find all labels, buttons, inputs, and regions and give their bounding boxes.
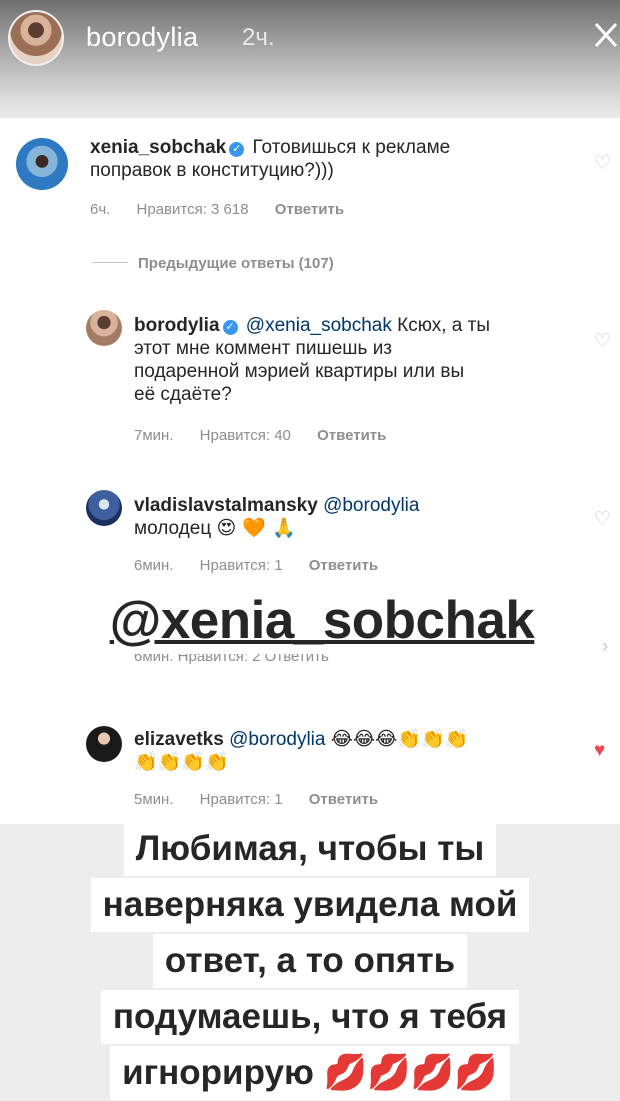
caption-line: подумаешь, что я тебя bbox=[100, 990, 520, 1044]
reply-button[interactable]: Ответить bbox=[317, 427, 386, 444]
comments-screenshot bbox=[0, 118, 620, 824]
caption-line-text: игнорирую bbox=[122, 1053, 314, 1092]
comment-text: vladislavstalmansky @borodylia молодец 😍… bbox=[134, 494, 584, 540]
comment-body-line: молодец bbox=[134, 518, 212, 539]
mention-sticker-text[interactable]: @xenia_sobchak bbox=[110, 591, 535, 650]
story-author-username[interactable]: borodylia bbox=[86, 22, 198, 53]
comment-meta-partial: 6мин. Нравится: 2 Ответить bbox=[134, 652, 329, 665]
verified-badge-icon: ✓ bbox=[229, 142, 245, 157]
comment-likes[interactable]: Нравится: 1 bbox=[200, 791, 283, 808]
comment-username[interactable]: xenia_sobchak bbox=[90, 137, 226, 158]
avatar[interactable] bbox=[86, 726, 122, 762]
mention-link[interactable]: @borodylia bbox=[323, 495, 419, 516]
avatar[interactable] bbox=[86, 310, 122, 346]
story-view: borodylia 2ч. xenia_sobchak ✓ Готовишься … bbox=[0, 0, 620, 1101]
heart-icon[interactable]: › bbox=[602, 636, 608, 658]
mention-sticker[interactable]: @xenia_sobchak bbox=[58, 588, 586, 654]
comment-body-line: Ксюх, а ты bbox=[397, 315, 490, 336]
caption-line: ответ, а то опять bbox=[152, 934, 468, 988]
comment-meta: 7мин. Нравится: 40 Ответить bbox=[134, 427, 408, 444]
kiss-emoji-group: 💋💋💋💋 bbox=[323, 1053, 498, 1093]
heart-icon[interactable]: ♡ bbox=[594, 508, 611, 531]
comment-text: borodylia ✓ @xenia_sobchak Ксюх, а ты это… bbox=[134, 314, 584, 406]
comment-body-line: этот мне коммент пишешь из bbox=[134, 338, 393, 359]
caption-line: Любимая, чтобы ты bbox=[123, 822, 497, 876]
comment-username[interactable]: vladislavstalmansky bbox=[134, 495, 318, 516]
close-icon[interactable] bbox=[590, 14, 620, 58]
reply-button[interactable]: Ответить bbox=[309, 791, 378, 808]
comment-body-line: её сдаёте? bbox=[134, 384, 232, 405]
emoji-group: 😂😂😂👏👏👏 bbox=[330, 728, 469, 750]
comment-username[interactable]: elizavetks bbox=[134, 729, 224, 750]
comment-likes[interactable]: Нравится: 1 bbox=[200, 557, 283, 574]
comment-likes[interactable]: Нравится: 40 bbox=[200, 427, 291, 444]
reply-button[interactable]: Ответить bbox=[309, 557, 378, 574]
comment-time: 6ч. bbox=[90, 201, 111, 218]
comment-time: 7мин. bbox=[134, 427, 174, 444]
story-author-avatar[interactable] bbox=[8, 10, 64, 66]
story-caption: Любимая, чтобы ты наверняка увидела мой … bbox=[20, 822, 600, 1101]
comment-time: 6мин. bbox=[134, 557, 174, 574]
story-timestamp: 2ч. bbox=[242, 24, 275, 51]
avatar[interactable] bbox=[86, 490, 122, 526]
heart-icon-liked[interactable]: ♥ bbox=[594, 740, 605, 762]
comment-meta: 5мин. Нравится: 1 Ответить bbox=[134, 791, 400, 808]
comment-time: 5мин. bbox=[134, 791, 174, 808]
reply-button[interactable]: Ответить bbox=[275, 201, 344, 218]
verified-badge-icon: ✓ bbox=[222, 320, 238, 335]
divider-line bbox=[92, 262, 128, 263]
emoji-group: 😍 🧡 🙏 bbox=[216, 517, 296, 539]
mention-link[interactable]: @borodylia bbox=[229, 729, 325, 750]
comment-likes[interactable]: Нравится: 3 618 bbox=[137, 201, 249, 218]
comment-text: elizavetks @borodylia 😂😂😂👏👏👏 👏👏👏👏 bbox=[134, 728, 584, 774]
avatar[interactable] bbox=[16, 138, 68, 190]
emoji-group: 👏👏👏👏 bbox=[134, 751, 229, 773]
comment-meta: 6мин. Нравится: 1 Ответить bbox=[134, 557, 400, 574]
close-icon-glyph bbox=[594, 22, 618, 48]
comment-meta: 6ч. Нравится: 3 618 Ответить bbox=[90, 201, 366, 218]
mention-link[interactable]: @xenia_sobchak bbox=[246, 315, 392, 336]
previous-replies-label: Предыдущие ответы (107) bbox=[138, 255, 334, 272]
comment-text: xenia_sobchak ✓ Готовишься к рекламе попр… bbox=[90, 136, 530, 182]
comment-body-line: Готовишься к рекламе bbox=[252, 137, 451, 158]
comment-body-line: подаренной мэрией квартиры или вы bbox=[134, 361, 465, 382]
heart-icon[interactable]: ♡ bbox=[594, 152, 611, 175]
comment-body-line: поправок в конституцию?))) bbox=[90, 160, 334, 181]
comment-username[interactable]: borodylia bbox=[134, 315, 220, 336]
heart-icon[interactable]: ♡ bbox=[594, 330, 611, 353]
caption-line-last: игнорирую 💋💋💋💋 bbox=[110, 1046, 510, 1100]
view-previous-replies[interactable]: Предыдущие ответы (107) bbox=[92, 255, 334, 272]
caption-line: наверняка увидела мой bbox=[90, 878, 530, 932]
